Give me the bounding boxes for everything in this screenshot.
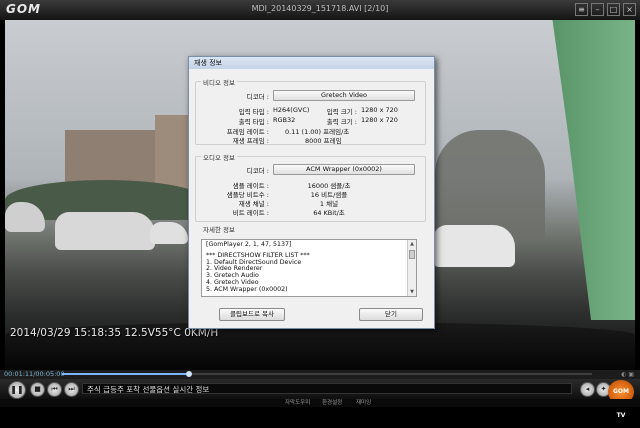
video-info-legend: 비디오 정보 — [201, 77, 237, 87]
volume-icon[interactable]: ◂ — [580, 382, 595, 397]
detail-line: [GomPlayer 2, 1, 47, 5137] — [206, 241, 292, 248]
dialog-title: 재생 정보 — [189, 57, 434, 69]
subtitle-helper-link[interactable]: 자막도우미 — [285, 399, 310, 407]
video-codec-label: 디코더 : — [246, 93, 269, 101]
title-bar: GOM MDI_20140329_151718.AVI [2/10] ≡ – □… — [0, 0, 640, 20]
output-size-label: 출력 크기 : — [326, 118, 357, 126]
detail-info-legend: 자세한 정보 — [201, 224, 237, 234]
minimize-icon[interactable]: – — [591, 3, 604, 16]
played-frames-label: 재생 프레임 : — [232, 137, 269, 145]
prev-button[interactable]: ⏮ — [47, 382, 62, 397]
audio-info-legend: 오디오 정보 — [201, 152, 237, 162]
time-display: 00:01:11/00:05:00 — [4, 370, 65, 378]
control-bar: ❚❚ ■ ⏮ ⏭ 주식 급등주 포착 선물옵션 실시간 정보 ◂ ✦ GOM T… — [0, 379, 640, 419]
seek-track[interactable] — [62, 371, 592, 377]
seek-progress — [62, 373, 190, 375]
next-button[interactable]: ⏭ — [64, 382, 79, 397]
detail-scrollbar[interactable]: ▲ ▼ — [407, 240, 416, 296]
maximize-icon[interactable]: □ — [607, 3, 620, 16]
input-type-label: 입력 타입 : — [238, 108, 269, 116]
output-type-label: 출력 타입 : — [238, 118, 269, 126]
detail-info-textbox[interactable]: [GomPlayer 2, 1, 47, 5137] *** DIRECTSHO… — [201, 239, 417, 297]
input-size-value: 1280 x 720 — [361, 106, 398, 114]
car — [433, 225, 515, 267]
output-type-value: RGB32 — [273, 116, 296, 124]
audio-codec-label: 디코더 : — [246, 167, 269, 175]
pause-button[interactable]: ❚❚ — [8, 381, 26, 399]
audio-codec-button[interactable]: ACM Wrapper (0x0002) — [273, 164, 415, 175]
close-button[interactable]: 닫기 — [359, 308, 423, 321]
menu-icon[interactable]: ≡ — [575, 3, 588, 16]
scroll-down-icon[interactable]: ▼ — [408, 288, 416, 296]
car — [55, 212, 155, 250]
playback-info-dialog: 재생 정보 비디오 정보 디코더 : Gretech Video 입력 타입 :… — [188, 56, 435, 329]
video-codec-button[interactable]: Gretech Video — [273, 90, 415, 101]
bitrate-label: 비트 레이트 : — [232, 209, 269, 217]
fun-link[interactable]: 재미잉 — [356, 399, 371, 407]
seek-thumb[interactable] — [186, 371, 193, 377]
status-bar: 자막도우미 환경설정 재미잉 — [0, 399, 640, 407]
output-size-value: 1280 x 720 — [361, 116, 398, 124]
seekbar[interactable]: 00:01:11/00:05:00 ◐ ▣ — [0, 370, 640, 379]
bitrate-value: 64 KBit/초 — [313, 209, 345, 217]
copy-to-clipboard-button[interactable]: 클립보드로 복사 — [219, 308, 285, 321]
car — [150, 222, 188, 244]
detail-line: 5. ACM Wrapper (0x0002) — [206, 285, 288, 293]
preferences-link[interactable]: 환경설정 — [322, 399, 342, 407]
close-icon[interactable]: × — [623, 3, 636, 16]
input-size-label: 입력 크기 : — [326, 108, 357, 116]
stop-button[interactable]: ■ — [30, 382, 45, 397]
news-ticker[interactable]: 주식 급등주 포착 선물옵션 실시간 정보 — [82, 383, 572, 394]
scroll-up-icon[interactable]: ▲ — [408, 240, 416, 248]
input-type-value: H264(GVC) — [273, 106, 310, 114]
played-frames-value: 8000 프레임 — [305, 137, 342, 145]
repeat-icon[interactable]: ◐ ▣ — [621, 370, 634, 379]
window-buttons: ≡ – □ × — [575, 3, 636, 16]
scroll-thumb[interactable] — [409, 250, 415, 259]
trees-right — [435, 130, 545, 240]
window-title: MDI_20140329_151718.AVI [2/10] — [251, 4, 389, 13]
